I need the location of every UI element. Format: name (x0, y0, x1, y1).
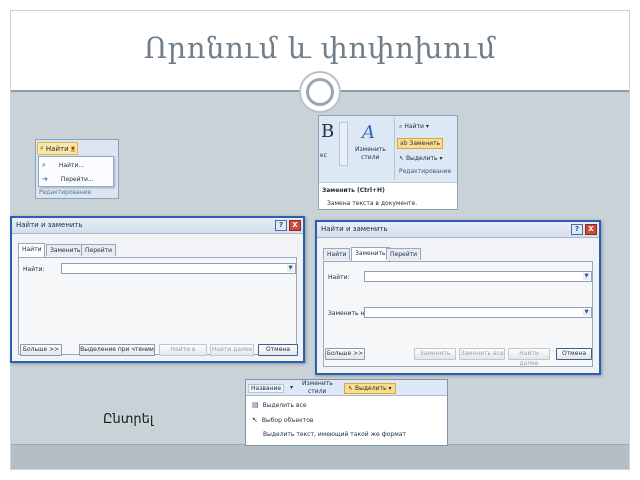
select-ribbon-label: Выделить (406, 155, 438, 162)
caption-select: Ընտրել (103, 412, 154, 427)
replace-button[interactable]: Заменить (414, 348, 456, 360)
chevron-down-icon: ▾ (388, 385, 392, 392)
tab-goto[interactable]: Перейти (386, 248, 421, 260)
editing-group: ⌕ Найти ▾ ab Заменить ↖ Выделить ▾ Редак… (394, 118, 456, 180)
menu-item-select-similar[interactable]: Выделить текст, имеющий такой же формат (252, 431, 406, 438)
replace-field[interactable]: ▼ (364, 307, 592, 318)
menu-item-select-similar-label: Выделить текст, имеющий такой же формат (263, 431, 406, 438)
menu-item-select-objects-label: Выбор объектов (261, 416, 314, 424)
change-styles-button[interactable]: A Изменить стили (353, 122, 391, 166)
styles-label-1: Изменить (302, 380, 333, 387)
replace-all-button[interactable]: Заменить все (459, 348, 505, 360)
group-label: Редактирование (39, 189, 92, 196)
cursor-icon: ↖ (399, 155, 405, 162)
find-dialog: Найти и заменить ? X Найти Заменить Пере… (10, 216, 305, 363)
chevron-down-icon: ▾ (425, 123, 429, 130)
style-fragment: кс (320, 152, 327, 159)
chevron-down-icon: ▾ (70, 145, 76, 152)
circle-ornament-inner (306, 78, 334, 106)
replace-tooltip: Заменить (Ctrl+H) Замена текста в докуме… (319, 182, 457, 209)
menu-item-find[interactable]: ⌕ Найти... (42, 161, 84, 170)
replace-icon: ab (400, 140, 408, 147)
slide: Որոնում և փոփոխում ⌕ Найти ▾ ⌕ Найти... … (0, 0, 640, 480)
circle-ornament (299, 71, 341, 113)
replace-dialog-body: Найти Заменить Перейти Найти: ▼ Заменить… (317, 238, 599, 373)
styles-label-1: Изменить (355, 146, 386, 153)
tab-replace[interactable]: Заменить (46, 244, 85, 256)
find-dialog-titlebar[interactable]: Найти и заменить ? X (12, 218, 303, 234)
menu-item-goto-label: Перейти... (60, 175, 94, 183)
chevron-down-icon: ▾ (439, 155, 443, 162)
slide-title: Որոնում և փոփոխում (143, 31, 497, 65)
find-ribbon-button[interactable]: ⌕ Найти ▾ (399, 123, 429, 131)
find-field-label: Найти: (23, 266, 45, 273)
reading-highlight-button[interactable]: Выделение при чтении (79, 344, 155, 356)
more-button[interactable]: Больше >> (325, 348, 365, 360)
find-dropdown-menu: ⌕ Найти... ➔ Перейти... (38, 156, 114, 187)
style-gallery-item[interactable]: Название (248, 384, 285, 393)
find-button-label: Найти (45, 144, 69, 153)
select-button[interactable]: ↖ Выделить ▾ (344, 383, 396, 394)
tooltip-body: Замена текста в документе. (327, 200, 418, 207)
close-button[interactable]: X (585, 224, 597, 235)
styles-scroll[interactable] (339, 122, 348, 166)
chevron-down-icon[interactable]: ▼ (583, 273, 590, 280)
ribbon-screenshot: B кс A Изменить стили ⌕ Найти ▾ ab Замен… (318, 115, 458, 210)
help-button[interactable]: ? (571, 224, 583, 235)
tooltip-title: Заменить (Ctrl+H) (322, 187, 385, 194)
binoculars-icon: ⌕ (40, 144, 44, 152)
help-button[interactable]: ? (275, 220, 287, 231)
chevron-down-icon[interactable]: ▼ (583, 309, 590, 316)
menu-item-select-all-label: Выделить все (262, 401, 307, 409)
select-ribbon: Название ▾ Изменить стили ↖ Выделить ▾ (246, 380, 447, 396)
select-all-icon: ▤ (252, 401, 259, 409)
styles-icon: A (362, 122, 375, 143)
style-letter: B (321, 121, 335, 142)
cancel-button[interactable]: Отмена (258, 344, 298, 356)
cancel-button[interactable]: Отмена (556, 348, 592, 360)
find-next-button[interactable]: Найти далее (508, 348, 550, 367)
find-field[interactable]: ▼ (61, 263, 296, 274)
binoculars-icon: ⌕ (399, 123, 403, 130)
select-button-label: Выделить (355, 385, 387, 392)
replace-ribbon-button[interactable]: ab Заменить (397, 138, 444, 149)
find-dialog-body: Найти Заменить Перейти Найти: ▼ Больше >… (12, 234, 303, 361)
menu-item-select-objects[interactable]: ↖ Выбор объектов (252, 416, 313, 424)
find-field[interactable]: ▼ (364, 271, 592, 282)
replace-ribbon-label: Заменить (409, 140, 441, 147)
find-menu-screenshot: ⌕ Найти ▾ ⌕ Найти... ➔ Перейти... Редакт… (35, 139, 119, 199)
replace-dialog: Найти и заменить ? X Найти Заменить Пере… (315, 220, 601, 375)
tab-goto[interactable]: Перейти (81, 244, 116, 256)
chevron-down-icon[interactable]: ▾ (290, 384, 293, 391)
arrow-right-icon: ➔ (42, 175, 48, 183)
replace-dialog-titlebar[interactable]: Найти и заменить ? X (317, 222, 599, 238)
cursor-icon: ↖ (252, 416, 258, 424)
chevron-down-icon[interactable]: ▼ (287, 265, 294, 272)
tab-find[interactable]: Найти (18, 243, 46, 257)
find-field-label: Найти: (328, 274, 350, 281)
find-button[interactable]: ⌕ Найти ▾ (37, 142, 79, 155)
tab-find[interactable]: Найти (323, 248, 351, 260)
select-menu-screenshot: Название ▾ Изменить стили ↖ Выделить ▾ ▤… (245, 379, 448, 446)
find-dialog-title: Найти и заменить (16, 221, 83, 229)
replace-dialog-title: Найти и заменить (321, 225, 388, 233)
find-in-button[interactable]: Найти в (159, 344, 207, 356)
select-ribbon-button[interactable]: ↖ Выделить ▾ (399, 155, 443, 162)
find-next-button[interactable]: Найти далее (210, 344, 254, 356)
tab-replace[interactable]: Заменить (351, 247, 390, 261)
menu-item-goto[interactable]: ➔ Перейти... (42, 175, 94, 183)
cursor-icon: ↖ (348, 385, 354, 392)
editing-group-label: Редактирование (399, 168, 452, 175)
more-button[interactable]: Больше >> (20, 344, 62, 356)
menu-item-find-label: Найти... (58, 162, 85, 169)
footer-bar (11, 444, 629, 469)
close-button[interactable]: X (289, 220, 301, 231)
styles-label-2: стили (308, 388, 327, 395)
styles-label-2: стили (361, 154, 380, 161)
menu-item-select-all[interactable]: ▤ Выделить все (252, 401, 307, 409)
find-ribbon-label: Найти (404, 123, 424, 130)
binoculars-icon: ⌕ (42, 161, 46, 169)
find-tab-panel: Найти: ▼ (18, 257, 297, 355)
